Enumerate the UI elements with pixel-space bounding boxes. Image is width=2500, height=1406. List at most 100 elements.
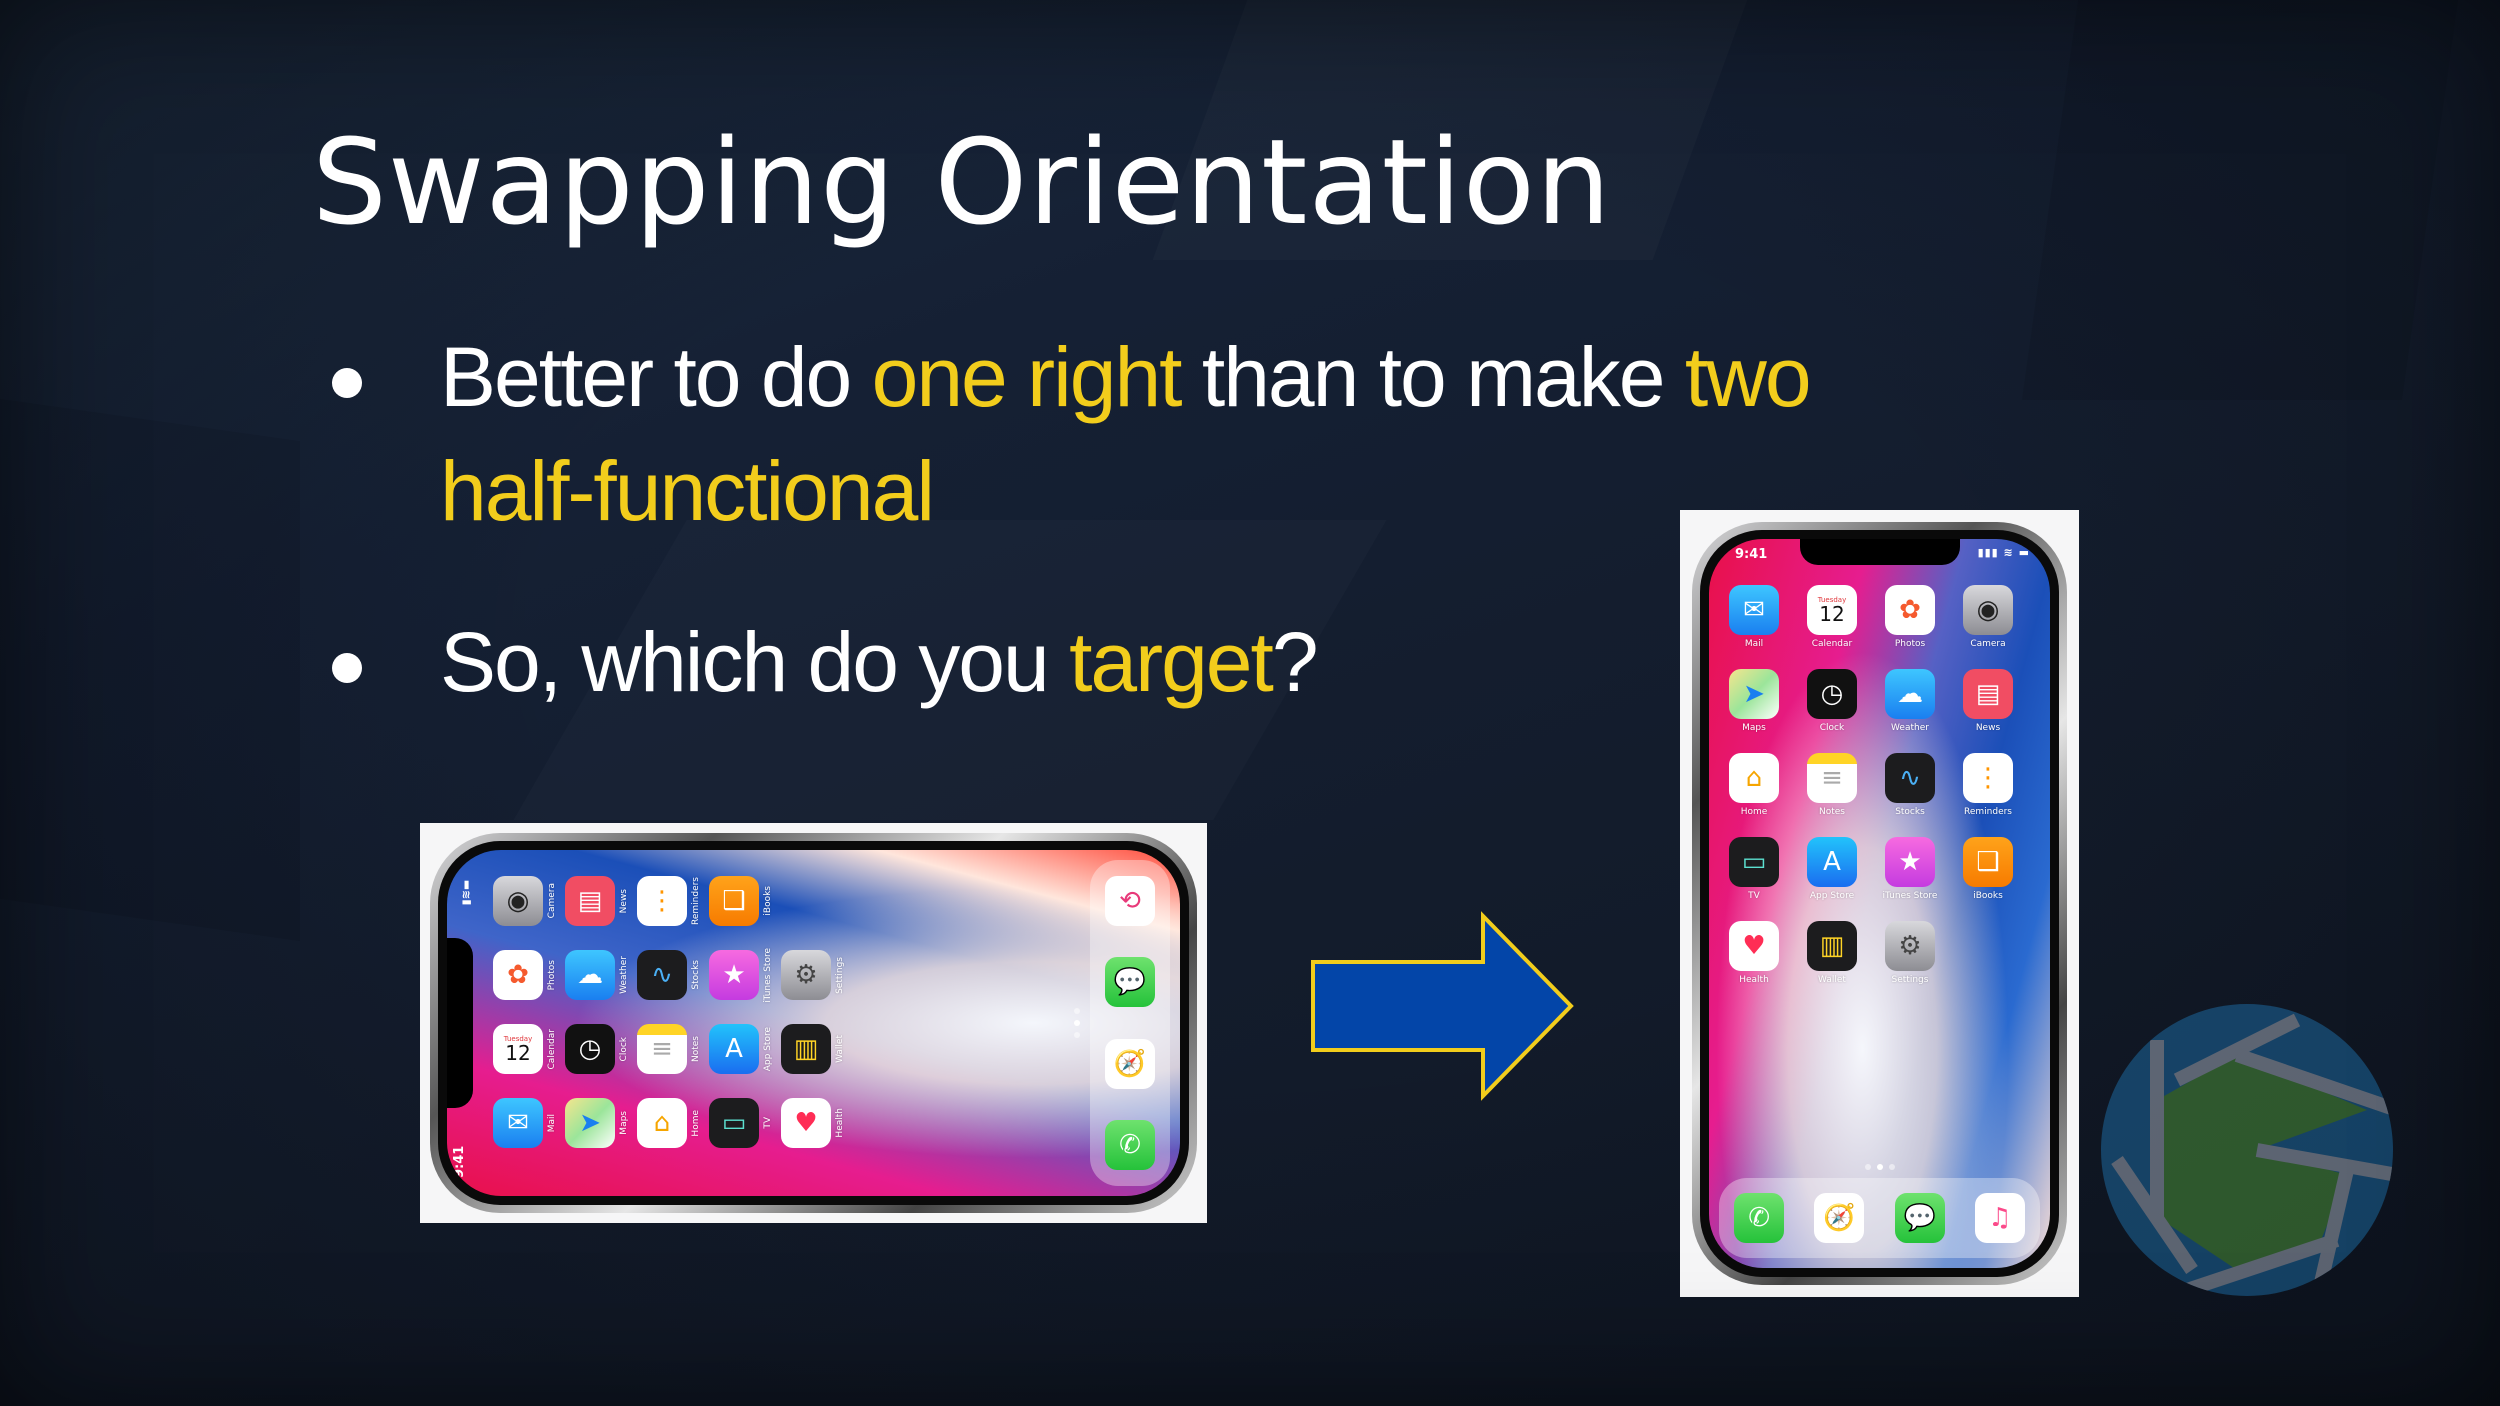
app-home[interactable]: ⌂ Home: [1729, 753, 1779, 817]
notes-icon: ≡: [1807, 753, 1857, 803]
phone-frame: 9:41 ▮≋▬ ◉ Camera ✿ Photos Tuesday 12 Calendar…: [430, 833, 1197, 1213]
health-icon: ♥: [1729, 921, 1779, 971]
app-notes[interactable]: ≡ Notes: [1807, 753, 1857, 817]
app-label: Photos: [1894, 639, 1926, 649]
dock: ⟲ 💬 🧭 ✆: [1090, 860, 1170, 1186]
app-ibooks[interactable]: ❑ iBooks: [709, 876, 773, 926]
app-label: Maps: [619, 1111, 629, 1135]
calendar-icon: Tuesday 12: [1807, 585, 1857, 635]
app-camera[interactable]: ◉ Camera: [493, 876, 557, 926]
app-stocks[interactable]: ∿ Stocks: [1885, 753, 1935, 817]
app-app-store[interactable]: A App Store: [709, 1024, 773, 1074]
app-itunes-store[interactable]: ★ iTunes Store: [709, 948, 773, 1002]
app-weather[interactable]: ☁ Weather: [565, 950, 629, 1000]
page-indicator: [1074, 1008, 1080, 1038]
app-reminders[interactable]: ⋮ Reminders: [637, 876, 701, 926]
page-dot[interactable]: [1074, 1032, 1080, 1038]
safari-icon[interactable]: 🧭: [1814, 1193, 1865, 1243]
app-tv[interactable]: ▭ TV: [709, 1098, 773, 1148]
bullet-highlight-segment: target: [1069, 615, 1274, 709]
aperture-logo-icon: [2101, 1004, 2393, 1296]
app-news[interactable]: ▤ News: [565, 876, 629, 926]
app-empty-slot: [781, 876, 845, 926]
page-dot[interactable]: [1074, 1020, 1080, 1026]
app-maps[interactable]: ➤ Maps: [1729, 669, 1779, 733]
app-label: Calendar: [547, 1028, 557, 1070]
maps-icon: ➤: [565, 1098, 615, 1148]
app-calendar[interactable]: Tuesday 12 Calendar: [1807, 585, 1857, 649]
app-settings[interactable]: ⚙ Settings: [781, 950, 845, 1000]
app-clock[interactable]: ◷ Clock: [1807, 669, 1857, 733]
app-calendar[interactable]: Tuesday 12 Calendar: [493, 1024, 557, 1074]
ibooks-icon: ❑: [1963, 837, 2013, 887]
app-label: TV: [1748, 891, 1760, 901]
wallet-icon: ▥: [1807, 921, 1857, 971]
clock-icon: ◷: [565, 1024, 615, 1074]
page-dot[interactable]: [1876, 1164, 1883, 1170]
phone-icon[interactable]: ✆: [1105, 1120, 1155, 1171]
messages-icon[interactable]: 💬: [1105, 957, 1155, 1008]
app-stocks[interactable]: ∿ Stocks: [637, 950, 701, 1000]
itunes-store-icon: ★: [1885, 837, 1935, 887]
page-dot[interactable]: [1074, 1008, 1080, 1014]
app-itunes-store[interactable]: ★ iTunes Store: [1883, 837, 1937, 901]
status-icons: ▮≋▬: [459, 879, 473, 906]
settings-icon: ⚙: [1885, 921, 1935, 971]
app-label: Maps: [1742, 723, 1766, 733]
stocks-icon: ∿: [1885, 753, 1935, 803]
app-clock[interactable]: ◷ Clock: [565, 1024, 629, 1074]
app-news[interactable]: ▤ News: [1963, 669, 2013, 733]
app-reminders[interactable]: ⋮ Reminders: [1963, 753, 2013, 817]
app-health[interactable]: ♥ Health: [781, 1098, 845, 1148]
background-facet: [0, 398, 300, 942]
camera-icon: ◉: [1963, 585, 2013, 635]
bullet-text-segment: than to make: [1180, 330, 1685, 424]
bullet-text-segment: Better to do: [440, 330, 872, 424]
app-maps[interactable]: ➤ Maps: [565, 1098, 629, 1148]
app-label: Health: [1739, 975, 1769, 985]
messages-icon[interactable]: 💬: [1894, 1193, 1945, 1243]
app-label: Photos: [547, 959, 557, 991]
app-settings[interactable]: ⚙ Settings: [1885, 921, 1935, 985]
weather-icon: ☁: [1885, 669, 1935, 719]
app-grid: ◉ Camera ✿ Photos Tuesday 12 Calendar ✉ Mail ▤ New…: [493, 876, 845, 1148]
app-camera[interactable]: ◉ Camera: [1963, 585, 2013, 649]
app-photos[interactable]: ✿ Photos: [493, 950, 557, 1000]
app-photos[interactable]: ✿ Photos: [1885, 585, 1935, 649]
app-label: App Store: [763, 1026, 773, 1072]
bullet-dot-icon: [332, 368, 362, 398]
page-dot[interactable]: [1864, 1164, 1871, 1170]
app-label: Notes: [691, 1036, 701, 1062]
app-mail[interactable]: ✉ Mail: [1729, 585, 1779, 649]
news-icon: ▤: [1963, 669, 2013, 719]
app-home[interactable]: ⌂ Home: [637, 1098, 701, 1148]
app-mail[interactable]: ✉ Mail: [493, 1098, 557, 1148]
app-notes[interactable]: ≡ Notes: [637, 1024, 701, 1074]
reminders-icon: ⋮: [1963, 753, 2013, 803]
app-label: Stocks: [1895, 807, 1925, 817]
app-ibooks[interactable]: ❑ iBooks: [1963, 837, 2013, 901]
phone-icon[interactable]: ✆: [1734, 1193, 1785, 1243]
app-store-icon: A: [1807, 837, 1857, 887]
app-wallet[interactable]: ▥ Wallet: [781, 1024, 845, 1074]
mail-icon: ✉: [1729, 585, 1779, 635]
bullet-dot-icon: [332, 653, 362, 683]
app-label: Health: [835, 1108, 845, 1138]
calendar-date: 12: [505, 1040, 531, 1065]
shortcuts-icon[interactable]: ⟲: [1105, 875, 1155, 926]
app-label: Mail: [1744, 639, 1764, 649]
calendar-date: 12: [1819, 601, 1845, 626]
app-wallet[interactable]: ▥ Wallet: [1807, 921, 1857, 985]
app-weather[interactable]: ☁ Weather: [1885, 669, 1935, 733]
app-label: Camera: [547, 883, 557, 919]
app-tv[interactable]: ▭ TV: [1729, 837, 1779, 901]
status-time: 9:41: [452, 1145, 467, 1178]
music-icon[interactable]: ♫: [1974, 1193, 2025, 1243]
safari-icon[interactable]: 🧭: [1105, 1038, 1155, 1089]
page-dot[interactable]: [1888, 1164, 1895, 1170]
app-app-store[interactable]: A App Store: [1807, 837, 1857, 901]
phone-screen: 9:41 ▮≋▬ ◉ Camera ✿ Photos Tuesday 12 Calendar…: [447, 850, 1180, 1196]
weather-icon: ☁: [565, 950, 615, 1000]
app-label: Clock: [619, 1036, 629, 1062]
app-health[interactable]: ♥ Health: [1729, 921, 1779, 985]
